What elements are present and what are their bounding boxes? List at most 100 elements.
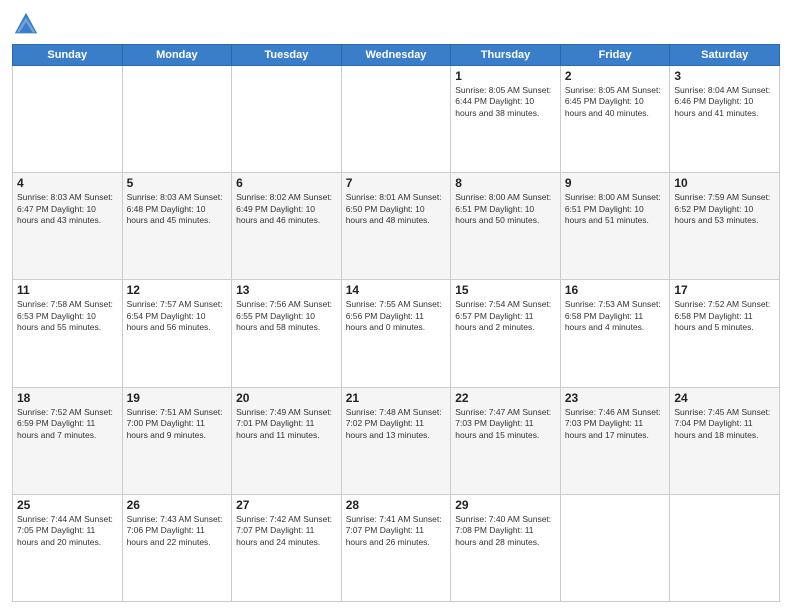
- day-cell: 24Sunrise: 7:45 AM Sunset: 7:04 PM Dayli…: [670, 387, 780, 494]
- day-info: Sunrise: 8:02 AM Sunset: 6:49 PM Dayligh…: [236, 192, 337, 226]
- header-cell-monday: Monday: [122, 45, 232, 66]
- logo: [12, 10, 44, 38]
- day-number: 10: [674, 176, 775, 190]
- day-info: Sunrise: 7:55 AM Sunset: 6:56 PM Dayligh…: [346, 299, 447, 333]
- day-number: 18: [17, 391, 118, 405]
- day-info: Sunrise: 7:47 AM Sunset: 7:03 PM Dayligh…: [455, 407, 556, 441]
- day-cell: 1 Sunrise: 8:05 AM Sunset: 6:44 PM Daylig…: [451, 66, 561, 173]
- header-row: SundayMondayTuesdayWednesdayThursdayFrid…: [13, 45, 780, 66]
- day-cell: 16 Sunrise: 7:53 AM Sunset: 6:58 PM Dayli…: [560, 280, 670, 387]
- week-row-2: 11Sunrise: 7:58 AM Sunset: 6:53 PM Dayli…: [13, 280, 780, 387]
- day-number: 21: [346, 391, 447, 405]
- day-info: Sunrise: 7:56 AM Sunset: 6:55 PM Dayligh…: [236, 299, 337, 333]
- day-cell: 9 Sunrise: 8:00 AM Sunset: 6:51 PM Daylig…: [560, 173, 670, 280]
- day-info: Sunrise: 7:52 AM Sunset: 6:58 PM Dayligh…: [674, 299, 775, 333]
- day-number: 1: [455, 69, 556, 83]
- day-info: Sunrise: 8:00 AM Sunset: 6:51 PM Dayligh…: [565, 192, 666, 226]
- header-cell-friday: Friday: [560, 45, 670, 66]
- day-info: Sunrise: 7:53 AM Sunset: 6:58 PM Dayligh…: [565, 299, 666, 333]
- day-info: Sunrise: 7:59 AM Sunset: 6:52 PM Dayligh…: [674, 192, 775, 226]
- day-number: 20: [236, 391, 337, 405]
- day-cell: 3 Sunrise: 8:04 AM Sunset: 6:46 PM Daylig…: [670, 66, 780, 173]
- day-info: Sunrise: 8:04 AM Sunset: 6:46 PM Dayligh…: [674, 85, 775, 119]
- day-cell: 18 Sunrise: 7:52 AM Sunset: 6:59 PM Dayli…: [13, 387, 123, 494]
- day-cell: 12 Sunrise: 7:57 AM Sunset: 6:54 PM Dayli…: [122, 280, 232, 387]
- day-info: Sunrise: 7:44 AM Sunset: 7:05 PM Dayligh…: [17, 514, 118, 548]
- calendar-table: SundayMondayTuesdayWednesdayThursdayFrid…: [12, 44, 780, 602]
- day-number: 15: [455, 283, 556, 297]
- logo-icon: [12, 10, 40, 38]
- header-cell-sunday: Sunday: [13, 45, 123, 66]
- day-info: Sunrise: 8:00 AM Sunset: 6:51 PM Dayligh…: [455, 192, 556, 226]
- day-cell: 28 Sunrise: 7:41 AM Sunset: 7:07 PM Dayli…: [341, 494, 451, 601]
- day-number: 16: [565, 283, 666, 297]
- day-cell: 29 Sunrise: 7:40 AM Sunset: 7:08 PM Dayli…: [451, 494, 561, 601]
- day-info: Sunrise: 8:01 AM Sunset: 6:50 PM Dayligh…: [346, 192, 447, 226]
- day-number: 12: [127, 283, 228, 297]
- header-cell-thursday: Thursday: [451, 45, 561, 66]
- day-info: Sunrise: 7:40 AM Sunset: 7:08 PM Dayligh…: [455, 514, 556, 548]
- day-number: 13: [236, 283, 337, 297]
- day-number: 27: [236, 498, 337, 512]
- week-row-0: 1 Sunrise: 8:05 AM Sunset: 6:44 PM Daylig…: [13, 66, 780, 173]
- day-cell: 15 Sunrise: 7:54 AM Sunset: 6:57 PM Dayli…: [451, 280, 561, 387]
- day-cell: 17 Sunrise: 7:52 AM Sunset: 6:58 PM Dayli…: [670, 280, 780, 387]
- day-cell: [341, 66, 451, 173]
- day-cell: 23 Sunrise: 7:46 AM Sunset: 7:03 PM Dayli…: [560, 387, 670, 494]
- header-cell-saturday: Saturday: [670, 45, 780, 66]
- day-info: Sunrise: 8:03 AM Sunset: 6:47 PM Dayligh…: [17, 192, 118, 226]
- day-cell: 22 Sunrise: 7:47 AM Sunset: 7:03 PM Dayli…: [451, 387, 561, 494]
- header-cell-wednesday: Wednesday: [341, 45, 451, 66]
- day-info: Sunrise: 8:05 AM Sunset: 6:45 PM Dayligh…: [565, 85, 666, 119]
- day-cell: [122, 66, 232, 173]
- day-info: Sunrise: 7:57 AM Sunset: 6:54 PM Dayligh…: [127, 299, 228, 333]
- week-row-4: 25 Sunrise: 7:44 AM Sunset: 7:05 PM Dayli…: [13, 494, 780, 601]
- day-cell: [232, 66, 342, 173]
- header-cell-tuesday: Tuesday: [232, 45, 342, 66]
- day-cell: 6Sunrise: 8:02 AM Sunset: 6:49 PM Daylig…: [232, 173, 342, 280]
- page: SundayMondayTuesdayWednesdayThursdayFrid…: [0, 0, 792, 612]
- day-number: 3: [674, 69, 775, 83]
- week-row-3: 18 Sunrise: 7:52 AM Sunset: 6:59 PM Dayli…: [13, 387, 780, 494]
- day-number: 9: [565, 176, 666, 190]
- day-info: Sunrise: 8:05 AM Sunset: 6:44 PM Dayligh…: [455, 85, 556, 119]
- day-number: 7: [346, 176, 447, 190]
- day-number: 4: [17, 176, 118, 190]
- day-cell: 7 Sunrise: 8:01 AM Sunset: 6:50 PM Daylig…: [341, 173, 451, 280]
- day-cell: 5Sunrise: 8:03 AM Sunset: 6:48 PM Daylig…: [122, 173, 232, 280]
- day-cell: 8 Sunrise: 8:00 AM Sunset: 6:51 PM Daylig…: [451, 173, 561, 280]
- day-cell: 13 Sunrise: 7:56 AM Sunset: 6:55 PM Dayli…: [232, 280, 342, 387]
- day-cell: 2Sunrise: 8:05 AM Sunset: 6:45 PM Daylig…: [560, 66, 670, 173]
- day-number: 11: [17, 283, 118, 297]
- day-info: Sunrise: 7:54 AM Sunset: 6:57 PM Dayligh…: [455, 299, 556, 333]
- day-info: Sunrise: 7:41 AM Sunset: 7:07 PM Dayligh…: [346, 514, 447, 548]
- day-info: Sunrise: 7:51 AM Sunset: 7:00 PM Dayligh…: [127, 407, 228, 441]
- day-number: 26: [127, 498, 228, 512]
- day-info: Sunrise: 7:43 AM Sunset: 7:06 PM Dayligh…: [127, 514, 228, 548]
- day-number: 8: [455, 176, 556, 190]
- day-number: 25: [17, 498, 118, 512]
- day-number: 14: [346, 283, 447, 297]
- day-info: Sunrise: 7:52 AM Sunset: 6:59 PM Dayligh…: [17, 407, 118, 441]
- day-number: 19: [127, 391, 228, 405]
- day-number: 29: [455, 498, 556, 512]
- day-cell: 21 Sunrise: 7:48 AM Sunset: 7:02 PM Dayli…: [341, 387, 451, 494]
- day-info: Sunrise: 7:49 AM Sunset: 7:01 PM Dayligh…: [236, 407, 337, 441]
- day-number: 23: [565, 391, 666, 405]
- day-info: Sunrise: 7:45 AM Sunset: 7:04 PM Dayligh…: [674, 407, 775, 441]
- day-cell: [560, 494, 670, 601]
- day-number: 28: [346, 498, 447, 512]
- day-cell: 19 Sunrise: 7:51 AM Sunset: 7:00 PM Dayli…: [122, 387, 232, 494]
- day-info: Sunrise: 7:48 AM Sunset: 7:02 PM Dayligh…: [346, 407, 447, 441]
- day-cell: 26 Sunrise: 7:43 AM Sunset: 7:06 PM Dayli…: [122, 494, 232, 601]
- day-number: 17: [674, 283, 775, 297]
- week-row-1: 4 Sunrise: 8:03 AM Sunset: 6:47 PM Daylig…: [13, 173, 780, 280]
- day-cell: 4 Sunrise: 8:03 AM Sunset: 6:47 PM Daylig…: [13, 173, 123, 280]
- day-cell: 14 Sunrise: 7:55 AM Sunset: 6:56 PM Dayli…: [341, 280, 451, 387]
- day-number: 22: [455, 391, 556, 405]
- day-cell: [670, 494, 780, 601]
- day-cell: 25 Sunrise: 7:44 AM Sunset: 7:05 PM Dayli…: [13, 494, 123, 601]
- day-info: Sunrise: 7:42 AM Sunset: 7:07 PM Dayligh…: [236, 514, 337, 548]
- day-info: Sunrise: 7:46 AM Sunset: 7:03 PM Dayligh…: [565, 407, 666, 441]
- day-info: Sunrise: 8:03 AM Sunset: 6:48 PM Dayligh…: [127, 192, 228, 226]
